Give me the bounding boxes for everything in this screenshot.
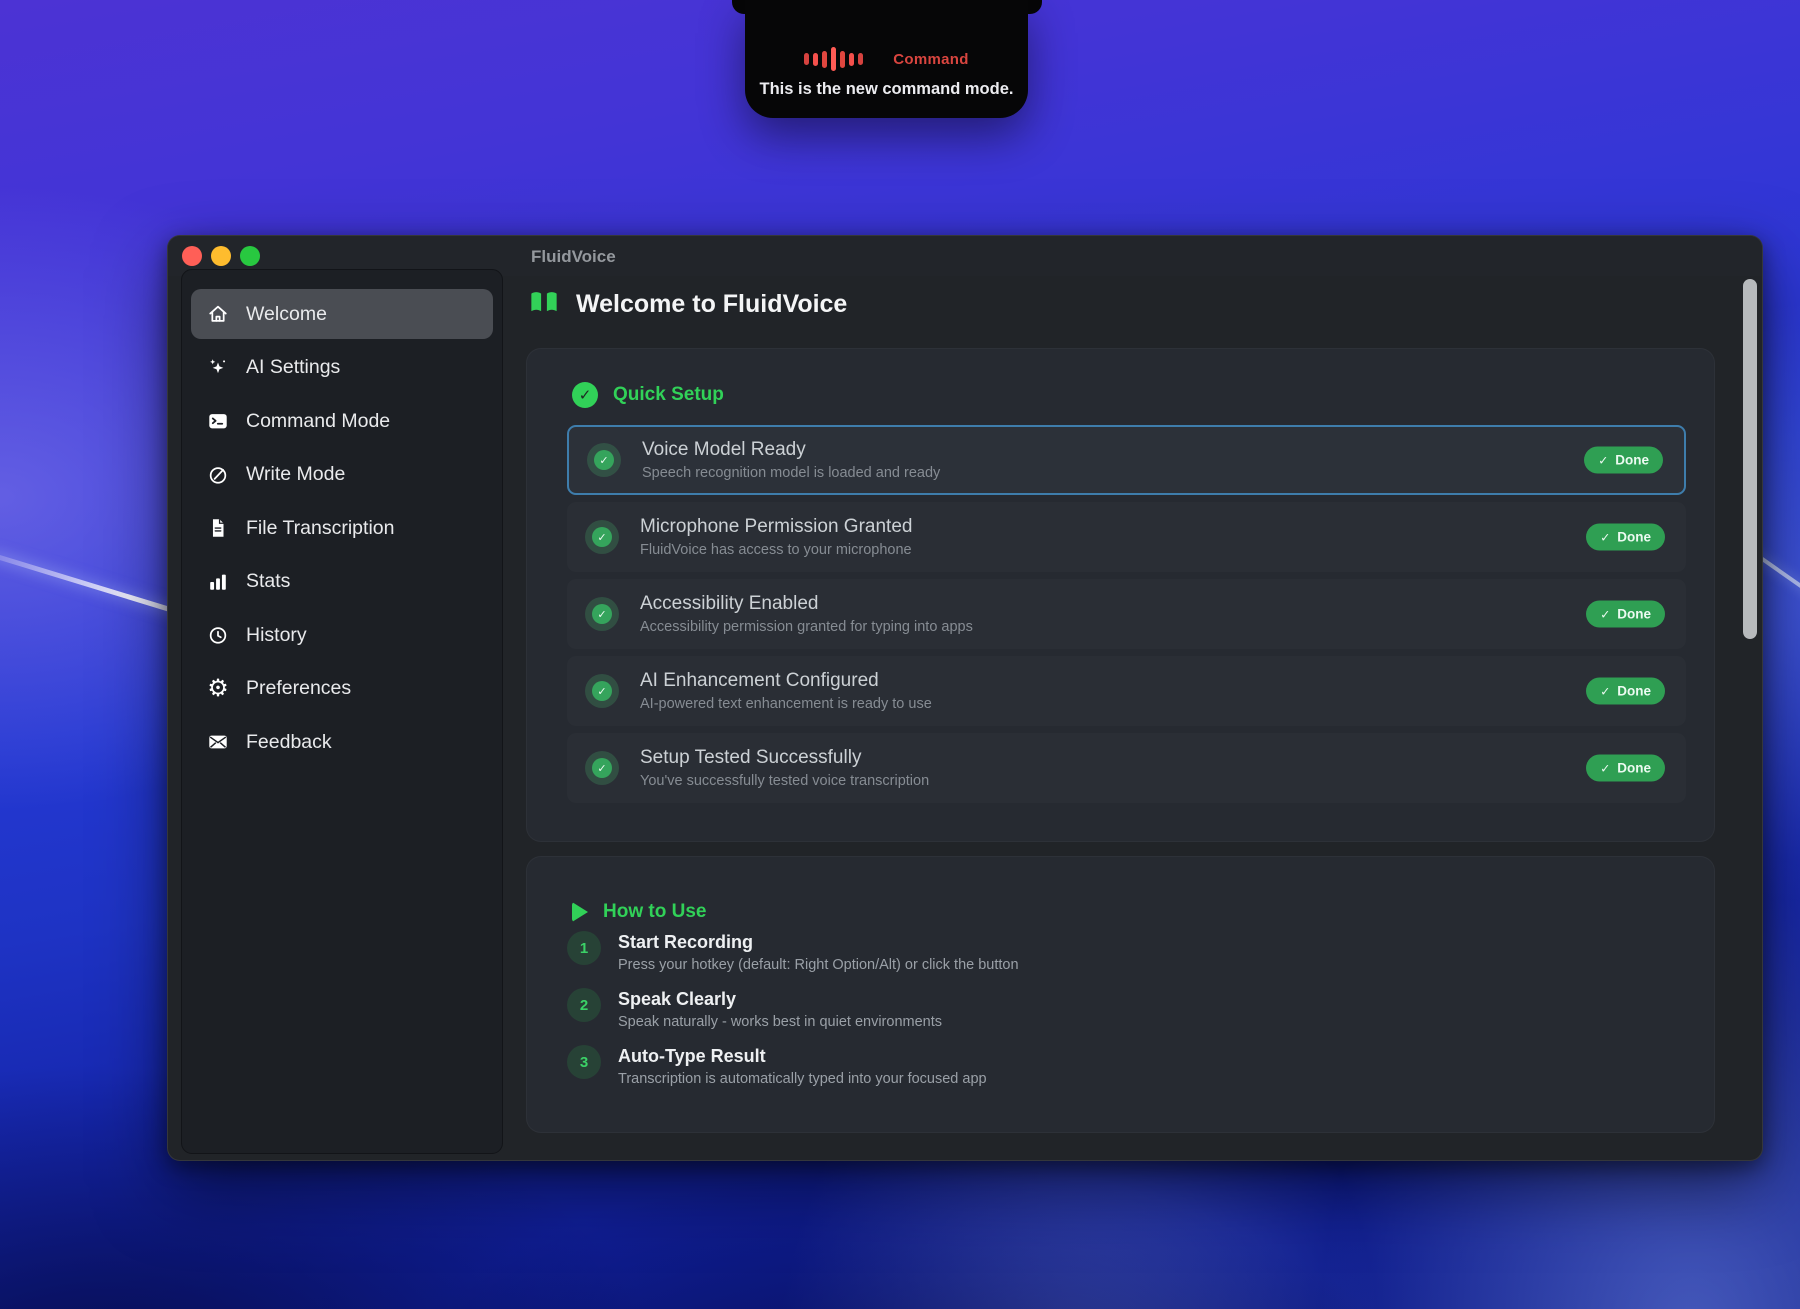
scrollbar[interactable] xyxy=(1743,279,1757,639)
sidebar-item-history[interactable]: History xyxy=(191,610,493,660)
quick-setup-card: ✓ Quick Setup ✓ Voice Model Ready Speech… xyxy=(526,348,1715,842)
hud-mode-label: Command xyxy=(893,51,968,68)
setup-row-subtitle: Speech recognition model is loaded and r… xyxy=(642,465,940,481)
page-title: Welcome to FluidVoice xyxy=(576,290,847,319)
how-to-use-heading: How to Use xyxy=(572,901,706,923)
step-title: Speak Clearly xyxy=(618,989,942,1010)
check-badge-icon: ✓ xyxy=(587,443,621,477)
setup-row-title: Setup Tested Successfully xyxy=(640,747,929,769)
how-to-use-card: How to Use 1 Start Recording Press your … xyxy=(526,856,1715,1133)
sidebar-item-command-mode[interactable]: Command Mode xyxy=(191,396,493,446)
sidebar-item-stats[interactable]: Stats xyxy=(191,557,493,607)
sidebar-item-preferences[interactable]: ⚙ Preferences xyxy=(191,664,493,714)
check-icon: ✓ xyxy=(1600,684,1610,698)
envelope-icon xyxy=(205,731,231,753)
how-to-step-2: 2 Speak Clearly Speak naturally - works … xyxy=(567,988,1019,1030)
done-badge: ✓ Done xyxy=(1586,678,1665,705)
quick-setup-heading: ✓ Quick Setup xyxy=(572,382,724,408)
hud-message: This is the new command mode. xyxy=(760,80,1014,99)
setup-row-setup-tested[interactable]: ✓ Setup Tested Successfully You've succe… xyxy=(567,733,1686,803)
setup-row-title: Microphone Permission Granted xyxy=(640,516,912,538)
setup-row-accessibility[interactable]: ✓ Accessibility Enabled Accessibility pe… xyxy=(567,579,1686,649)
sidebar-item-ai-settings[interactable]: AI Settings xyxy=(191,343,493,393)
sparkles-icon xyxy=(205,357,231,379)
check-badge-icon: ✓ xyxy=(585,751,619,785)
check-badge-icon: ✓ xyxy=(585,597,619,631)
zoom-button[interactable] xyxy=(240,246,260,266)
minimize-button[interactable] xyxy=(211,246,231,266)
check-icon: ✓ xyxy=(1600,761,1610,775)
check-icon: ✓ xyxy=(1600,607,1610,621)
terminal-icon xyxy=(205,410,231,432)
check-icon: ✓ xyxy=(1600,530,1610,544)
sidebar-item-label: AI Settings xyxy=(246,356,340,379)
check-badge-icon: ✓ xyxy=(585,674,619,708)
sidebar-item-label: Feedback xyxy=(246,731,332,754)
app-window: FluidVoice Welcome AI Settings xyxy=(167,235,1763,1161)
setup-row-title: Accessibility Enabled xyxy=(640,593,973,615)
step-number-badge: 1 xyxy=(567,931,601,965)
done-badge: ✓ Done xyxy=(1586,601,1665,628)
setup-row-voice-model[interactable]: ✓ Voice Model Ready Speech recognition m… xyxy=(567,425,1686,495)
sidebar-item-welcome[interactable]: Welcome xyxy=(191,289,493,339)
setup-row-title: Voice Model Ready xyxy=(642,439,940,461)
check-badge-icon: ✓ xyxy=(585,520,619,554)
bar-chart-icon xyxy=(205,571,231,593)
step-subtitle: Speak naturally - works best in quiet en… xyxy=(618,1014,942,1030)
pencil-circle-icon xyxy=(205,464,231,486)
done-badge: ✓ Done xyxy=(1584,447,1663,474)
home-icon xyxy=(205,303,231,325)
waveform-icon xyxy=(804,47,863,71)
setup-row-subtitle: FluidVoice has access to your microphone xyxy=(640,542,912,558)
gear-icon: ⚙ xyxy=(205,678,231,700)
step-subtitle: Transcription is automatically typed int… xyxy=(618,1071,987,1087)
setup-row-subtitle: Accessibility permission granted for typ… xyxy=(640,619,973,635)
play-icon xyxy=(572,902,588,922)
done-badge: ✓ Done xyxy=(1586,755,1665,782)
clock-history-icon xyxy=(205,624,231,646)
sidebar-item-label: Stats xyxy=(246,570,290,593)
setup-row-ai-enhancement[interactable]: ✓ AI Enhancement Configured AI-powered t… xyxy=(567,656,1686,726)
command-mode-hud: Command This is the new command mode. xyxy=(745,0,1028,118)
sidebar-item-label: Write Mode xyxy=(246,463,345,486)
sidebar-item-feedback[interactable]: Feedback xyxy=(191,717,493,767)
step-subtitle: Press your hotkey (default: Right Option… xyxy=(618,957,1019,973)
sidebar: Welcome AI Settings Command Mode xyxy=(181,269,503,1154)
page-header: Welcome to FluidVoice xyxy=(529,288,847,320)
setup-row-microphone[interactable]: ✓ Microphone Permission Granted FluidVoi… xyxy=(567,502,1686,572)
sidebar-item-label: Command Mode xyxy=(246,410,390,433)
sidebar-item-label: History xyxy=(246,624,307,647)
sidebar-item-label: Welcome xyxy=(246,303,327,326)
sidebar-item-write-mode[interactable]: Write Mode xyxy=(191,450,493,500)
setup-row-title: AI Enhancement Configured xyxy=(640,670,932,692)
window-title: FluidVoice xyxy=(531,247,616,267)
sidebar-item-label: Preferences xyxy=(246,677,351,700)
close-button[interactable] xyxy=(182,246,202,266)
check-icon: ✓ xyxy=(1598,453,1608,467)
step-title: Auto-Type Result xyxy=(618,1046,987,1067)
step-number-badge: 3 xyxy=(567,1045,601,1079)
step-title: Start Recording xyxy=(618,932,1019,953)
setup-row-subtitle: You've successfully tested voice transcr… xyxy=(640,773,929,789)
step-number-badge: 2 xyxy=(567,988,601,1022)
sidebar-item-label: File Transcription xyxy=(246,517,394,540)
setup-row-subtitle: AI-powered text enhancement is ready to … xyxy=(640,696,932,712)
book-icon xyxy=(529,288,559,320)
check-circle-icon: ✓ xyxy=(572,382,598,408)
document-icon xyxy=(205,517,231,539)
how-to-step-1: 1 Start Recording Press your hotkey (def… xyxy=(567,931,1019,973)
sidebar-item-file-transcription[interactable]: File Transcription xyxy=(191,503,493,553)
how-to-step-3: 3 Auto-Type Result Transcription is auto… xyxy=(567,1045,1019,1087)
done-badge: ✓ Done xyxy=(1586,524,1665,551)
